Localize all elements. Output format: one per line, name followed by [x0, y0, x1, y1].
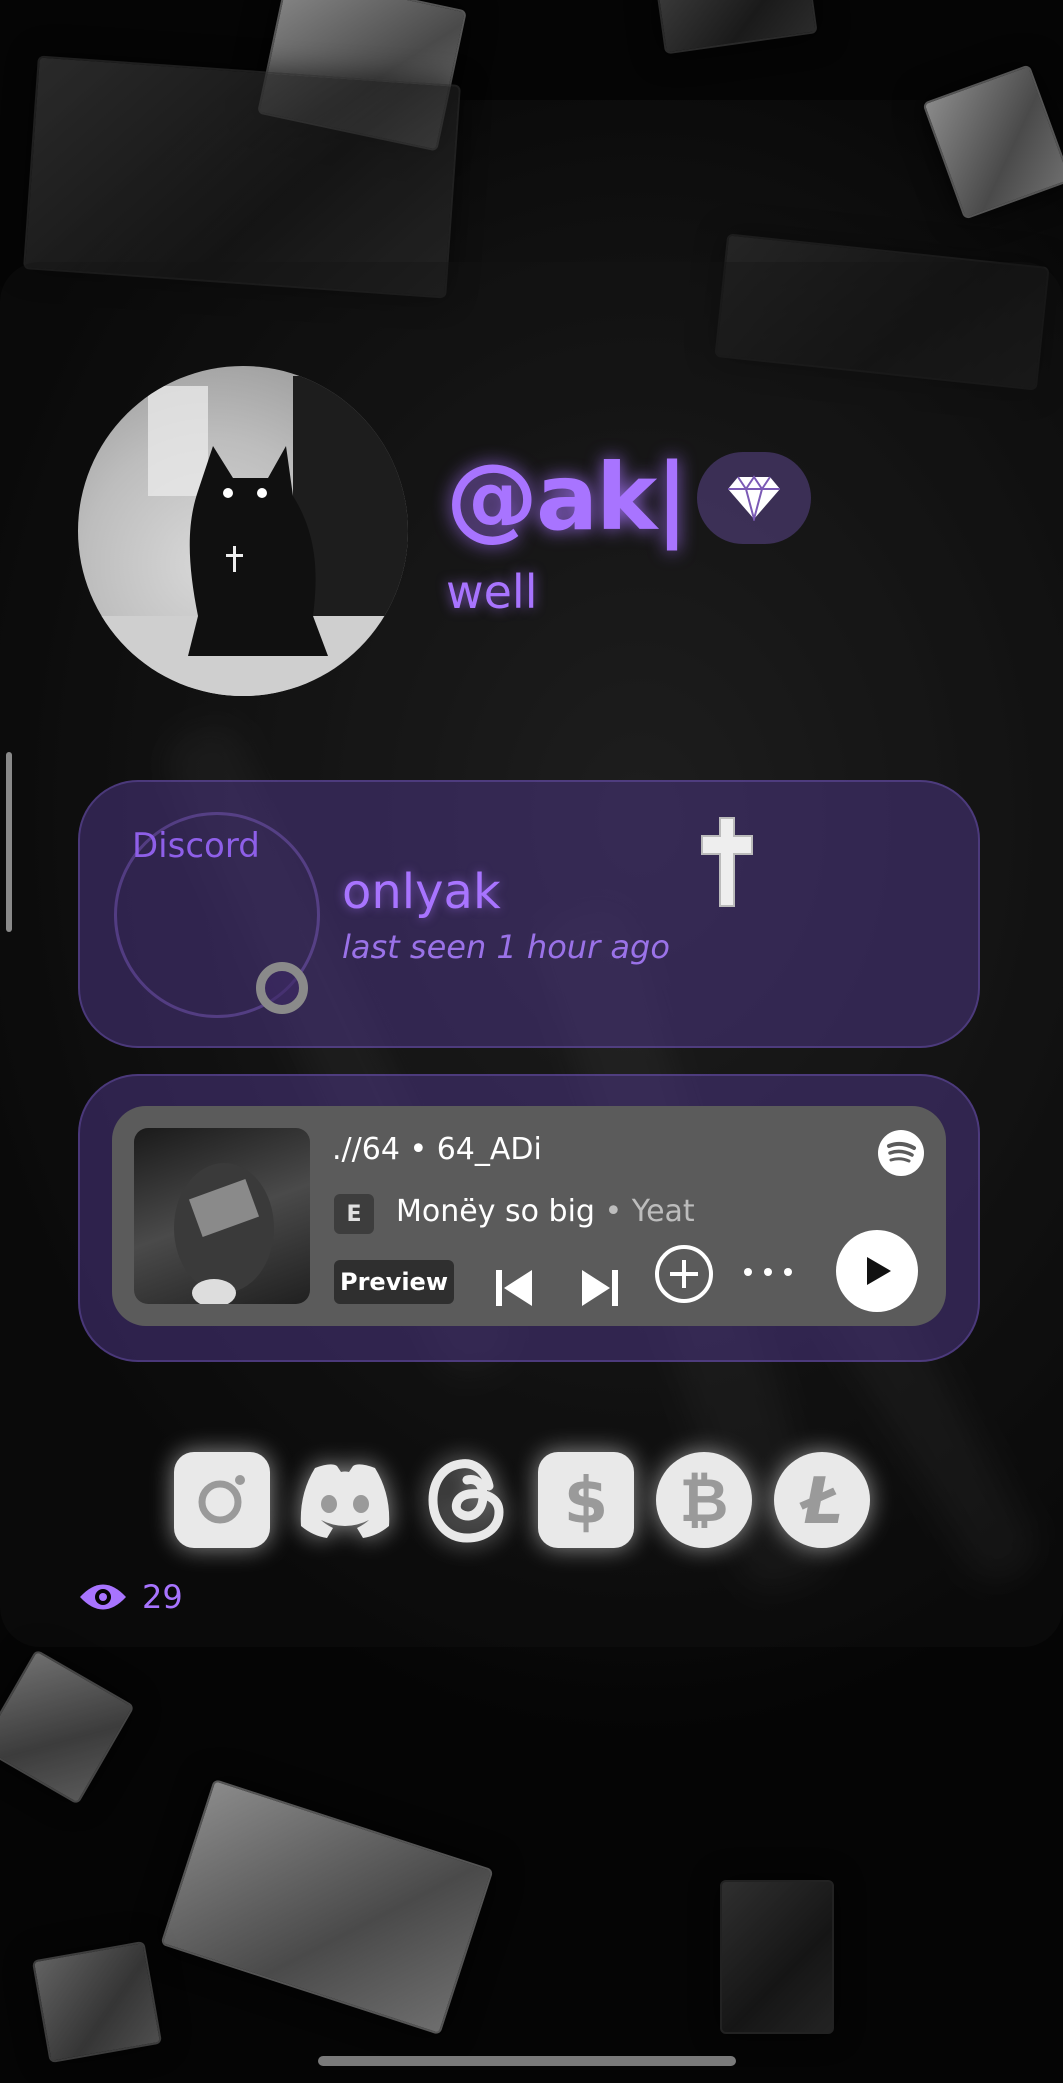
bitcoin-icon: ₿ [680, 1466, 729, 1535]
avatar [78, 366, 408, 696]
view-counter: 29 [78, 1578, 183, 1616]
svg-text:Ł: Ł [799, 1465, 843, 1535]
view-count: 29 [142, 1578, 183, 1616]
badge[interactable] [697, 452, 811, 544]
spotify-card: .//64 • 64_ADi E Monëy so big • Yeat Pre… [78, 1074, 980, 1362]
more-options-icon[interactable] [740, 1262, 796, 1282]
track-info: Monëy so big • Yeat [396, 1194, 695, 1229]
artist-name[interactable]: Yeat [632, 1194, 695, 1229]
spotify-embed: .//64 • 64_ADi E Monëy so big • Yeat Pre… [112, 1106, 946, 1326]
threads-icon [428, 1459, 504, 1543]
instagram-icon [198, 1475, 245, 1524]
litecoin-icon: Ł [799, 1465, 843, 1535]
profile-subtitle: well [446, 565, 538, 619]
play-icon [867, 1257, 891, 1285]
discord-link[interactable] [292, 1452, 398, 1548]
play-button[interactable] [836, 1230, 918, 1312]
social-links: $ ₿ Ł [174, 1452, 870, 1548]
last-seen-text: last seen 1 hour ago [342, 928, 670, 966]
svg-text:₿: ₿ [680, 1466, 729, 1535]
playlist-title[interactable]: .//64 • 64_ADi [332, 1132, 542, 1167]
cat-image [188, 446, 328, 656]
add-to-library-icon[interactable] [652, 1242, 716, 1306]
discord-avatar-alt: Discord [132, 826, 260, 866]
discord-icon [300, 1464, 390, 1538]
username: @ak| [446, 444, 689, 551]
cashapp-link[interactable]: $ [538, 1452, 634, 1548]
explicit-badge: E [334, 1194, 374, 1234]
album-cover[interactable] [134, 1128, 310, 1304]
discord-username: onlyak [342, 864, 501, 920]
threads-link[interactable] [420, 1452, 516, 1548]
scrollbar[interactable] [6, 752, 12, 932]
previous-track-icon[interactable] [492, 1266, 536, 1310]
discord-presence-card[interactable]: Discord onlyak last seen 1 hour ago [78, 780, 980, 1048]
separator: • [594, 1194, 632, 1229]
instagram-link[interactable] [174, 1452, 270, 1548]
cross-icon [701, 817, 753, 907]
preview-badge: Preview [334, 1260, 454, 1304]
eye-icon [80, 1584, 126, 1610]
cashapp-icon: $ [564, 1465, 609, 1535]
litecoin-link[interactable]: Ł [774, 1452, 870, 1548]
home-indicator[interactable] [318, 2056, 736, 2066]
song-title[interactable]: Monëy so big [396, 1194, 595, 1229]
bitcoin-link[interactable]: ₿ [656, 1452, 752, 1548]
svg-text:$: $ [564, 1465, 609, 1535]
status-indicator [256, 962, 308, 1014]
diamond-icon [728, 475, 780, 521]
next-track-icon[interactable] [578, 1266, 622, 1310]
spotify-icon[interactable] [878, 1130, 924, 1176]
